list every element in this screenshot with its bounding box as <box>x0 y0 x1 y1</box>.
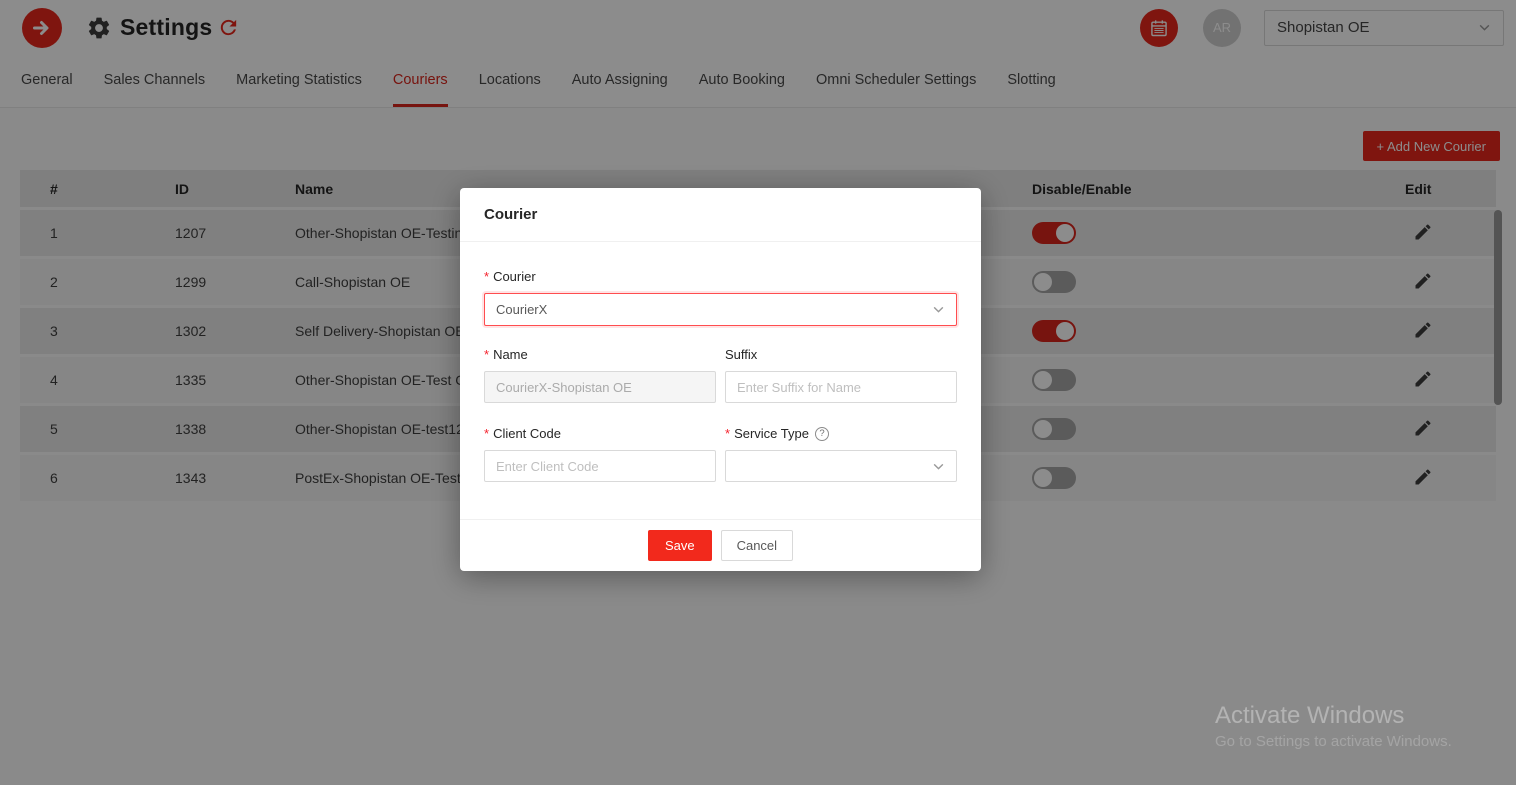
courier-modal: Courier * Courier CourierX * Name Suffix <box>460 188 981 571</box>
required-asterisk: * <box>484 347 489 362</box>
question-circle-icon[interactable] <box>815 427 829 441</box>
name-input[interactable] <box>484 371 716 403</box>
modal-body: * Courier CourierX * Name Suffix <box>460 242 981 482</box>
chevron-down-icon <box>932 460 945 473</box>
required-asterisk: * <box>725 426 730 441</box>
client-code-field-label: * Client Code <box>484 426 716 441</box>
courier-field-label: * Courier <box>484 269 957 284</box>
modal-footer: Save Cancel <box>460 519 981 571</box>
suffix-field-label: Suffix <box>725 347 957 362</box>
chevron-down-icon <box>932 303 945 316</box>
client-code-input[interactable] <box>484 450 716 482</box>
courier-select[interactable]: CourierX <box>484 293 957 326</box>
save-button[interactable]: Save <box>648 530 712 561</box>
suffix-input[interactable] <box>725 371 957 403</box>
name-field-label: * Name <box>484 347 716 362</box>
modal-title: Courier <box>460 188 981 242</box>
required-asterisk: * <box>484 426 489 441</box>
name-suffix-row: * Name Suffix <box>484 347 957 403</box>
courier-select-value: CourierX <box>496 302 547 317</box>
service-type-field-label: * Service Type <box>725 426 957 441</box>
cancel-button[interactable]: Cancel <box>721 530 793 561</box>
clientcode-servicetype-row: * Client Code * Service Type <box>484 426 957 482</box>
required-asterisk: * <box>484 269 489 284</box>
service-type-select[interactable] <box>725 450 957 482</box>
